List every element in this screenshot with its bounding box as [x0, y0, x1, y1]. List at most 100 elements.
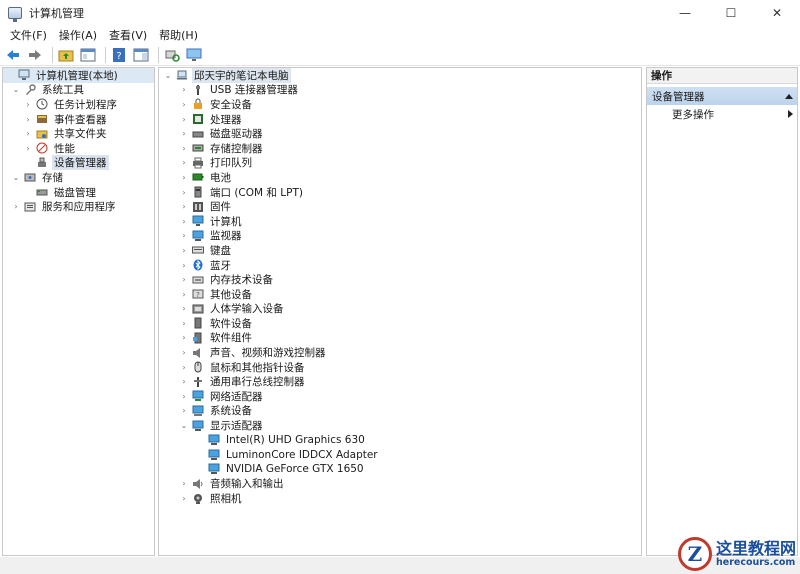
device-category-display-adapters[interactable]: ⌄ 显示适配器	[159, 418, 641, 433]
expand-chevron-icon[interactable]: ›	[23, 144, 33, 153]
scan-hardware-button[interactable]	[163, 46, 181, 64]
forward-button[interactable]	[26, 46, 44, 64]
expand-chevron-icon[interactable]: ›	[179, 188, 189, 197]
expand-chevron-icon[interactable]: ›	[179, 494, 189, 503]
expand-chevron-icon[interactable]: ›	[179, 348, 189, 357]
keyboard-icon	[191, 244, 204, 256]
device-category-keyboards[interactable]: › 键盘	[159, 243, 641, 258]
device-category-processor[interactable]: › 处理器	[159, 112, 641, 127]
menu-file[interactable]: 文件(F)	[4, 27, 53, 43]
tree-item-computer-management[interactable]: 计算机管理(本地)	[3, 68, 154, 83]
device-category-system-devices[interactable]: › 系统设备	[159, 404, 641, 419]
help-button[interactable]: ?	[110, 46, 128, 64]
tree-item-computer-root[interactable]: ⌄ 邱天宇的笔记本电脑	[159, 68, 641, 83]
tree-item-event-viewer[interactable]: › 事件查看器	[3, 112, 154, 127]
collapse-chevron-icon[interactable]: ⌄	[163, 71, 173, 80]
expand-chevron-icon[interactable]: ›	[11, 202, 21, 211]
device-category-other-devices[interactable]: › ? 其他设备	[159, 287, 641, 302]
expand-chevron-icon[interactable]: ›	[179, 290, 189, 299]
device-category-computer[interactable]: › 计算机	[159, 214, 641, 229]
device-category-batteries[interactable]: › 电池	[159, 170, 641, 185]
processor-icon	[191, 113, 204, 125]
tree-item-storage[interactable]: ⌄ 存储	[3, 170, 154, 185]
expand-chevron-icon[interactable]: ›	[23, 115, 33, 124]
tree-label: 内存技术设备	[210, 274, 273, 287]
device-category-monitors[interactable]: › 监视器	[159, 229, 641, 244]
device-intel-uhd-630[interactable]: Intel(R) UHD Graphics 630	[159, 433, 641, 448]
expand-chevron-icon[interactable]: ›	[179, 479, 189, 488]
expand-chevron-icon[interactable]: ›	[179, 275, 189, 284]
menu-action[interactable]: 操作(A)	[53, 27, 103, 43]
expand-chevron-icon[interactable]: ›	[179, 173, 189, 182]
device-category-mice[interactable]: › 鼠标和其他指针设备	[159, 360, 641, 375]
expand-chevron-icon[interactable]: ›	[179, 304, 189, 313]
back-button[interactable]	[4, 46, 22, 64]
more-actions-item[interactable]: 更多操作	[647, 105, 797, 123]
up-level-button[interactable]	[57, 46, 75, 64]
expand-chevron-icon[interactable]: ›	[179, 85, 189, 94]
properties-button[interactable]	[132, 46, 150, 64]
console-tree-icon	[80, 48, 96, 61]
tree-item-device-manager[interactable]: 设备管理器	[3, 155, 154, 171]
tree-item-disk-management[interactable]: 磁盘管理	[3, 185, 154, 200]
audio-io-icon	[191, 478, 204, 490]
device-category-audio-io[interactable]: › 音频输入和输出	[159, 477, 641, 492]
expand-chevron-icon[interactable]: ›	[179, 319, 189, 328]
tree-item-task-scheduler[interactable]: › 任务计划程序	[3, 97, 154, 112]
device-category-network-adapters[interactable]: › 网络适配器	[159, 389, 641, 404]
close-button[interactable]: ✕	[754, 0, 800, 26]
tree-item-performance[interactable]: › 性能	[3, 141, 154, 156]
device-category-usb-connector[interactable]: › USB 连接器管理器	[159, 83, 641, 98]
device-category-memory-tech[interactable]: › 内存技术设备	[159, 272, 641, 287]
maximize-button[interactable]: ☐	[708, 0, 754, 26]
device-category-firmware[interactable]: › 固件	[159, 199, 641, 214]
device-category-cameras[interactable]: › 照相机	[159, 491, 641, 506]
minimize-button[interactable]: —	[662, 0, 708, 26]
expand-chevron-icon[interactable]: ›	[179, 115, 189, 124]
device-luminoncore-iddcx[interactable]: LuminonCore IDDCX Adapter	[159, 447, 641, 462]
tree-item-shared-folders[interactable]: › 共享文件夹	[3, 126, 154, 141]
device-category-bluetooth[interactable]: › 蓝牙	[159, 258, 641, 273]
expand-chevron-icon[interactable]: ›	[179, 231, 189, 240]
menu-view[interactable]: 查看(V)	[103, 27, 153, 43]
device-category-software-devices[interactable]: › 软件设备	[159, 316, 641, 331]
tree-label: 蓝牙	[210, 259, 231, 272]
monitor-button[interactable]	[185, 46, 203, 64]
collapse-chevron-icon[interactable]: ⌄	[11, 85, 21, 94]
collapse-chevron-icon[interactable]: ⌄	[179, 421, 189, 430]
device-category-hid[interactable]: › 人体学输入设备	[159, 302, 641, 317]
collapse-chevron-icon[interactable]: ⌄	[11, 173, 21, 182]
tree-item-system-tools[interactable]: ⌄ 系统工具	[3, 83, 154, 98]
expand-chevron-icon[interactable]: ›	[179, 100, 189, 109]
device-category-disk-drives[interactable]: › 磁盘驱动器	[159, 126, 641, 141]
expand-chevron-icon[interactable]: ›	[179, 406, 189, 415]
expand-chevron-icon[interactable]: ›	[23, 100, 33, 109]
device-category-ports[interactable]: › 端口 (COM 和 LPT)	[159, 185, 641, 200]
expand-chevron-icon[interactable]: ›	[179, 363, 189, 372]
device-category-storage-controllers[interactable]: › 存储控制器	[159, 141, 641, 156]
device-category-sound-video[interactable]: › 声音、视频和游戏控制器	[159, 345, 641, 360]
expand-chevron-icon[interactable]: ›	[179, 333, 189, 342]
display-adapter-icon	[207, 449, 220, 461]
device-category-security[interactable]: › 安全设备	[159, 97, 641, 112]
expand-chevron-icon[interactable]: ›	[179, 202, 189, 211]
back-arrow-icon	[7, 49, 19, 60]
expand-chevron-icon[interactable]: ›	[179, 158, 189, 167]
expand-chevron-icon[interactable]: ›	[179, 392, 189, 401]
expand-chevron-icon[interactable]: ›	[179, 144, 189, 153]
show-hide-tree-button[interactable]	[79, 46, 97, 64]
collapse-triangle-icon[interactable]	[785, 93, 793, 99]
expand-chevron-icon[interactable]: ›	[23, 129, 33, 138]
device-nvidia-gtx-1650[interactable]: NVIDIA GeForce GTX 1650	[159, 462, 641, 477]
expand-chevron-icon[interactable]: ›	[179, 261, 189, 270]
expand-chevron-icon[interactable]: ›	[179, 246, 189, 255]
actions-section-device-manager[interactable]: 设备管理器	[647, 87, 797, 105]
device-category-print-queues[interactable]: › 打印队列	[159, 156, 641, 171]
tree-item-services-apps[interactable]: › 服务和应用程序	[3, 199, 154, 214]
expand-chevron-icon[interactable]: ›	[179, 217, 189, 226]
menu-help[interactable]: 帮助(H)	[153, 27, 204, 43]
device-category-usb-controllers[interactable]: › 通用串行总线控制器	[159, 374, 641, 389]
expand-chevron-icon[interactable]: ›	[179, 377, 189, 386]
device-category-software-components[interactable]: › 软件组件	[159, 331, 641, 346]
expand-chevron-icon[interactable]: ›	[179, 129, 189, 138]
